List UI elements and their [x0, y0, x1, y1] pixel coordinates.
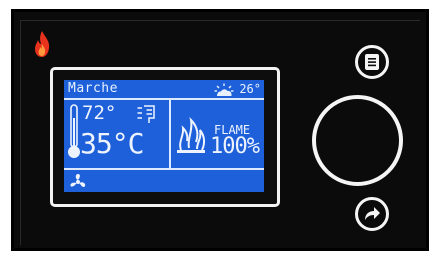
lcd-divider-middle	[169, 100, 171, 168]
menu-button[interactable]	[355, 45, 389, 79]
lcd-display: Marche 26° 72° 35°C FLAME 100%	[64, 80, 264, 192]
fan-icon	[70, 174, 86, 188]
flame-power-percent: 100%	[210, 134, 260, 159]
next-button[interactable]	[355, 197, 389, 231]
forward-arrow-icon	[365, 207, 380, 220]
setpoint-temperature: 72°	[82, 102, 117, 124]
menu-list-icon	[365, 54, 379, 70]
fire-icon	[177, 117, 206, 153]
control-dial[interactable]	[312, 95, 403, 186]
lcd-divider-bottom	[64, 168, 264, 170]
sun-cloud-icon	[214, 83, 234, 96]
flame-logo-icon	[35, 31, 50, 57]
thermometer-icon	[68, 104, 80, 158]
lcd-divider-top	[64, 98, 264, 100]
room-temperature: 35°C	[80, 127, 144, 160]
status-text: Marche	[68, 81, 118, 96]
schedule-icon	[137, 105, 155, 123]
outdoor-temperature: 26°	[239, 82, 261, 96]
